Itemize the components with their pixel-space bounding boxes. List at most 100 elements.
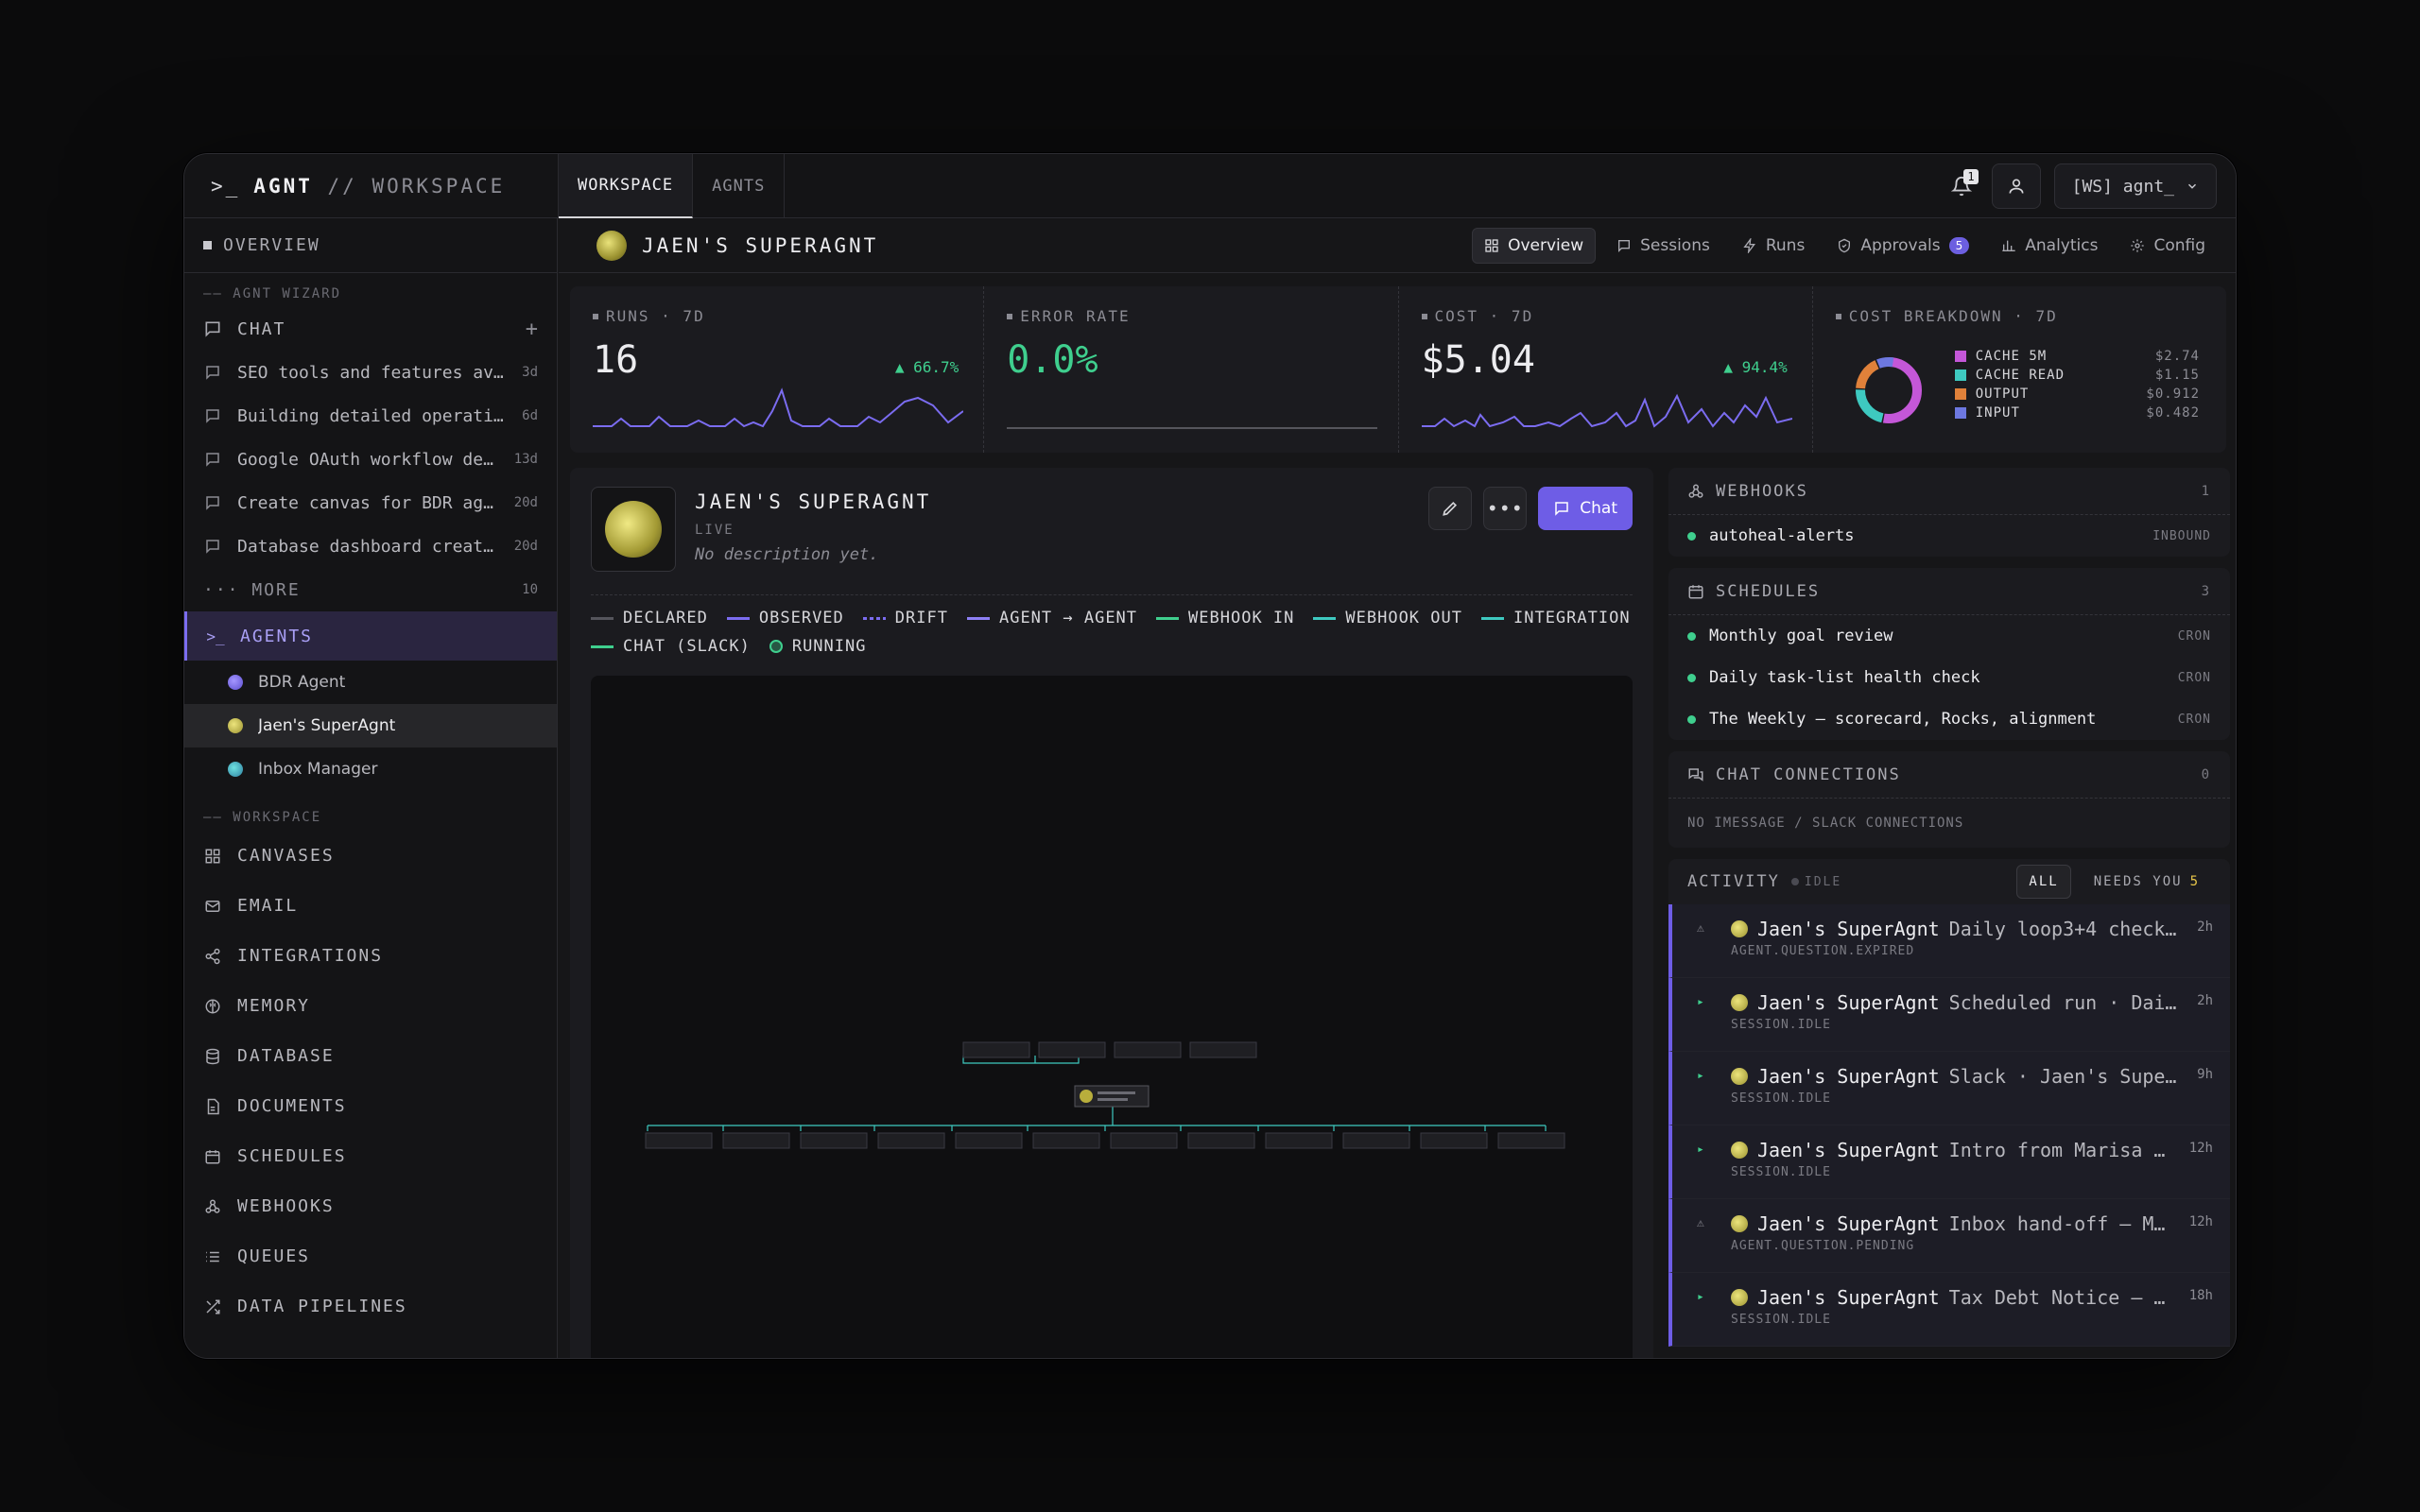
sidebar-item-documents[interactable]: DOCUMENTS — [184, 1081, 557, 1131]
sidebar-item-queues[interactable]: QUEUES — [184, 1231, 557, 1281]
tab-workspace[interactable]: WORKSPACE — [559, 154, 694, 218]
tab-analytics[interactable]: Analytics — [1990, 228, 2109, 264]
top-nav: WORKSPACE AGNTS — [558, 154, 786, 218]
tab-approvals[interactable]: Approvals 5 — [1825, 228, 1980, 264]
sidebar-more[interactable]: ··· MORE 10 — [184, 568, 557, 611]
tab-label: Overview — [1508, 235, 1584, 255]
more-options-button[interactable]: ••• — [1483, 487, 1528, 530]
tab-label: Config — [2153, 235, 2205, 255]
user-button[interactable] — [1991, 163, 2041, 209]
sidebar-item-chat[interactable]: CHAT + — [184, 307, 557, 351]
schedule-name: The Weekly — scorecard, Rocks, alignment — [1709, 710, 2097, 729]
sidebar-item-database[interactable]: DATABASE — [184, 1031, 557, 1081]
sidebar-item-label: CANVASES — [237, 846, 335, 866]
sidebar-item-agents[interactable]: >_ AGENTS — [184, 611, 557, 661]
activity-agent: Jaen's SuperAgnt — [1757, 1212, 1940, 1235]
chat-title: Google OAuth workflow dem… — [237, 449, 499, 470]
agent-graph-canvas[interactable] — [591, 676, 1633, 1358]
sidebar-item-data-pipelines[interactable]: DATA PIPELINES — [184, 1281, 557, 1332]
agent-item[interactable]: Inbox Manager — [184, 747, 557, 791]
schedule-tag: CRON — [2177, 628, 2211, 644]
tab-agnts[interactable]: AGNTS — [693, 154, 786, 218]
add-chat-icon[interactable]: + — [526, 318, 538, 341]
sidebar-item-label: DATABASE — [237, 1046, 335, 1066]
agent-name: BDR Agent — [258, 673, 346, 692]
card-title: ACTIVITY — [1687, 872, 1780, 891]
legend-swatch — [966, 616, 990, 620]
chat-item[interactable]: Create canvas for BDR age… 20d — [184, 481, 557, 524]
sidebar-item-schedules[interactable]: SCHEDULES — [184, 1131, 557, 1181]
activity-item[interactable]: ⚠ Jaen's SuperAgnt Inbox hand-off — M… 12h A… — [1668, 1199, 2230, 1273]
chat-title: SEO tools and features av… — [237, 362, 504, 383]
sidebar-item-label: WEBHOOKS — [237, 1196, 335, 1216]
agent-item[interactable]: Jaen's SuperAgnt — [184, 704, 557, 747]
shield-check-icon — [1839, 238, 1851, 252]
activity-item[interactable]: ▸ Jaen's SuperAgnt Slack · Jaen's Supe… 9h S… — [1668, 1052, 2230, 1125]
sidebar-item-email[interactable]: EMAIL — [184, 881, 557, 931]
activity-item[interactable]: ⚠ Jaen's SuperAgnt Daily loop3+4 check… 2h A… — [1668, 904, 2230, 978]
activity-item[interactable]: ▸ Jaen's SuperAgnt Intro from Marisa … 12h S… — [1668, 1125, 2230, 1199]
activity-agent: Jaen's SuperAgnt — [1757, 991, 1940, 1014]
activity-text: Intro from Marisa … — [1948, 1139, 2166, 1161]
card-title: SCHEDULES — [1716, 581, 1821, 601]
mail-icon — [203, 897, 222, 916]
chat-bubble-icon — [203, 450, 222, 469]
schedule-row[interactable]: Daily task-list health check CRON — [1668, 657, 2230, 698]
webhooks-card: WEBHOOKS 1 autoheal-alerts INBOUND — [1668, 468, 2230, 557]
tab-label: Approvals — [1860, 235, 1941, 255]
stat-delta: ▲ 66.7% — [894, 358, 959, 376]
agent-name: JAEN'S SUPERAGNT — [695, 490, 932, 513]
agent-name: Inbox Manager — [258, 760, 378, 779]
activity-event: AGENT.QUESTION.EXPIRED — [1731, 944, 1915, 958]
sidebar-overview[interactable]: OVERVIEW — [184, 218, 557, 273]
activity-item[interactable]: ▸ Jaen's SuperAgnt Scheduled run · Dai… 2h S… — [1668, 978, 2230, 1052]
legend-label: AGENT → AGENT — [998, 609, 1138, 627]
chat-connections-card: CHAT CONNECTIONS 0 NO IMESSAGE / SLACK CO… — [1668, 751, 2230, 848]
tab-overview[interactable]: Overview — [1472, 227, 1597, 264]
schedule-row[interactable]: The Weekly — scorecard, Rocks, alignment… — [1668, 698, 2230, 740]
chat-item[interactable]: Building detailed operati… 6d — [184, 394, 557, 438]
calendar-icon — [1688, 584, 1703, 598]
page-title: JAEN'S SUPERAGNT — [642, 233, 879, 257]
sidebar-item-memory[interactable]: MEMORY — [184, 981, 557, 1031]
chat-button[interactable]: Chat — [1538, 487, 1633, 530]
gear-icon — [2131, 238, 2145, 252]
legend-label: OUTPUT — [1975, 387, 2030, 402]
tab-sessions[interactable]: Sessions — [1605, 228, 1721, 264]
filter-all[interactable]: ALL — [2016, 865, 2071, 899]
filter-needs-you[interactable]: NEEDS YOU 5 — [2083, 865, 2211, 899]
tab-label: Analytics — [2025, 235, 2099, 255]
tab-runs[interactable]: Runs — [1731, 228, 1816, 264]
activity-event: AGENT.QUESTION.PENDING — [1731, 1239, 1915, 1253]
filter-count: 5 — [2189, 874, 2200, 889]
activity-item[interactable]: ▸ Jaen's SuperAgnt Tax Debt Notice — … 18h S… — [1668, 1273, 2230, 1347]
sidebar-item-canvases[interactable]: CANVASES — [184, 831, 557, 881]
agent-item[interactable]: BDR Agent — [184, 661, 557, 704]
notifications-button[interactable]: 1 — [1945, 163, 1979, 209]
activity-time: 18h — [2188, 1288, 2213, 1303]
schedule-tag: CRON — [2177, 712, 2211, 727]
legend-item: OBSERVED — [726, 607, 844, 629]
edit-button[interactable] — [1428, 487, 1473, 530]
tab-config[interactable]: Config — [2118, 228, 2217, 264]
sidebar-item-webhooks[interactable]: WEBHOOKS — [184, 1181, 557, 1231]
stat-label: ERROR RATE — [1020, 307, 1131, 325]
chat-item[interactable]: Database dashboard creati… 20d — [184, 524, 557, 568]
workspace-switcher[interactable]: [WS] agnt_ — [2053, 163, 2217, 209]
chat-list: SEO tools and features av… 3d Building de… — [184, 351, 557, 568]
chat-bubble-icon — [1618, 239, 1631, 252]
chat-title: Database dashboard creati… — [237, 536, 499, 557]
legend-label: DECLARED — [623, 609, 708, 627]
legend-amount: $0.912 — [2146, 387, 2200, 402]
schedule-row[interactable]: Monthly goal review CRON — [1668, 615, 2230, 657]
sidebar-item-integrations[interactable]: INTEGRATIONS — [184, 931, 557, 981]
legend-item: AGENT → AGENT — [966, 607, 1138, 629]
chat-item[interactable]: Google OAuth workflow dem… 13d — [184, 438, 557, 481]
error-sparkline — [1007, 427, 1378, 429]
webhook-row[interactable]: autoheal-alerts INBOUND — [1668, 515, 2230, 557]
legend-amount: $0.482 — [2146, 405, 2200, 421]
chat-age: 6d — [522, 408, 538, 423]
legend-label: CACHE READ — [1975, 368, 2066, 383]
chat-item[interactable]: SEO tools and features av… 3d — [184, 351, 557, 394]
brand[interactable]: >_ AGNT // WORKSPACE — [211, 154, 505, 218]
